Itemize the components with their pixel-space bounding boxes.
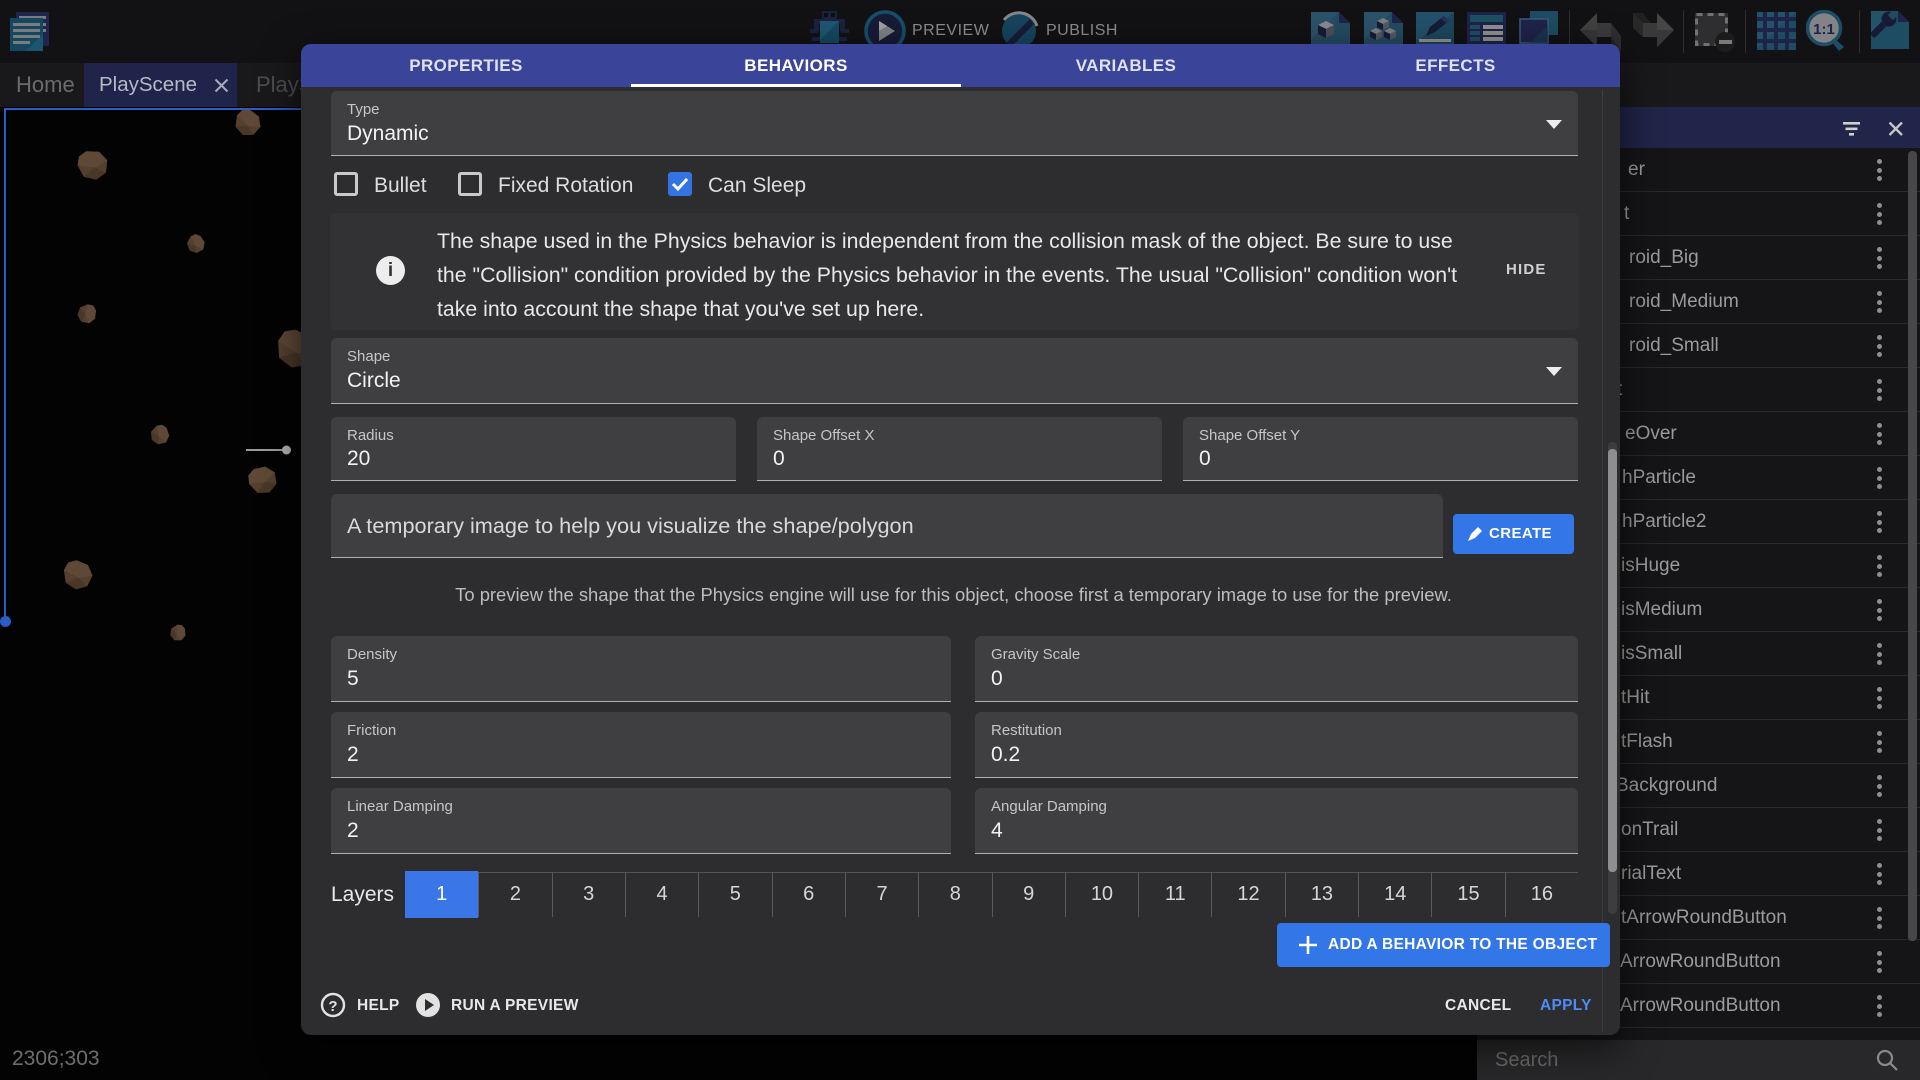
svg-text:1:1: 1:1 — [1813, 21, 1835, 38]
svg-text:?: ? — [328, 998, 337, 1015]
